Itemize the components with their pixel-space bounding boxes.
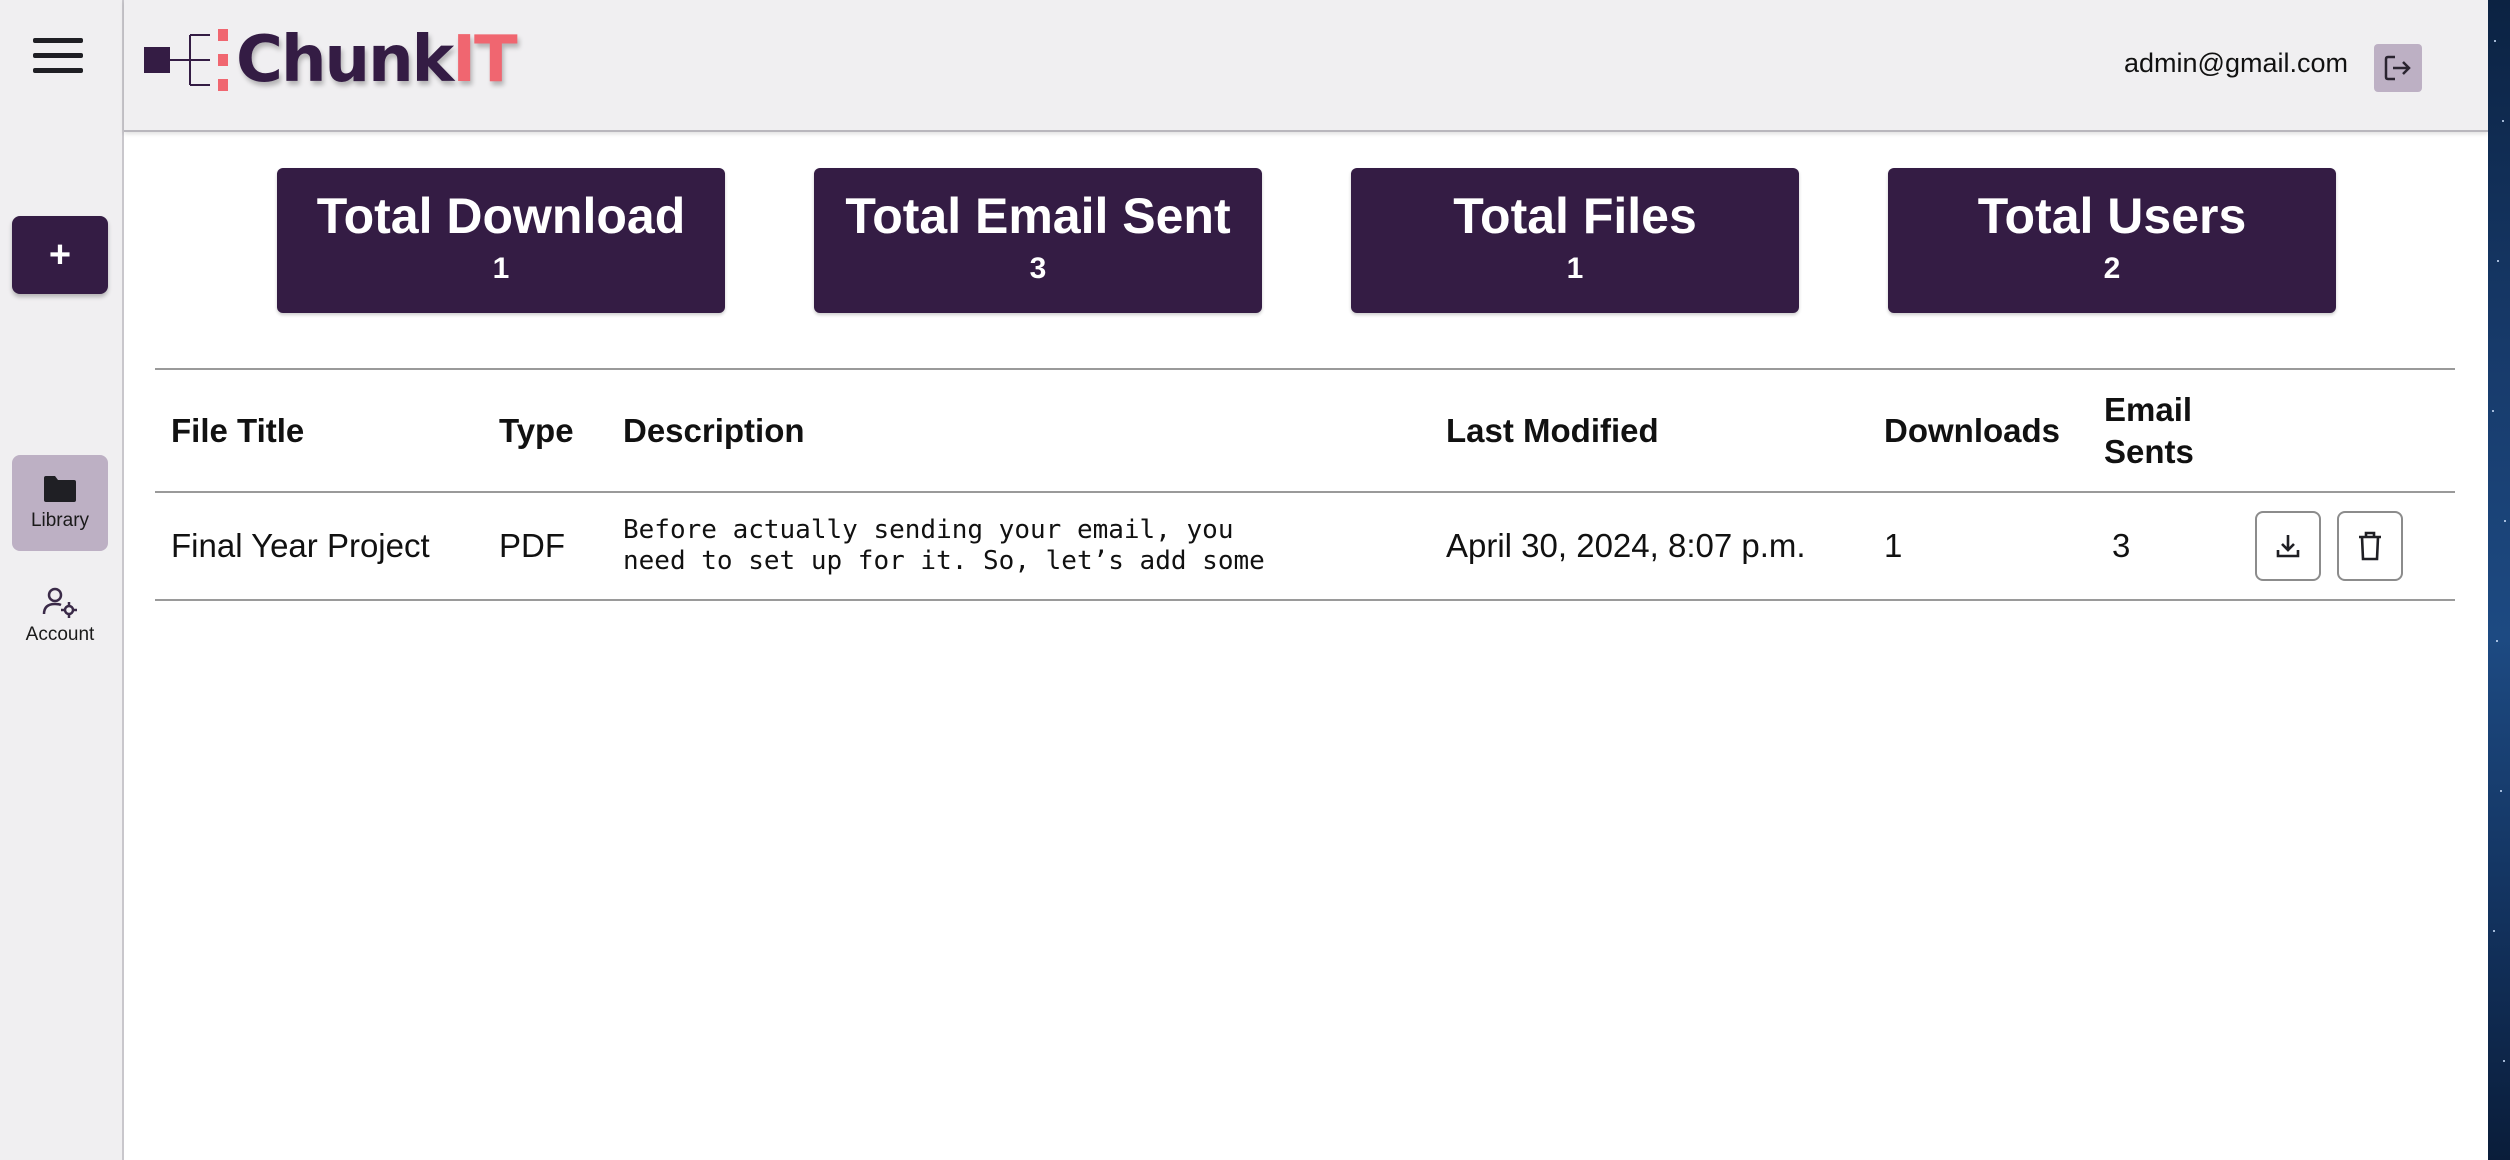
stat-title: Total Download xyxy=(316,188,686,244)
column-header-email-sents[interactable]: Email Sents xyxy=(2088,368,2255,493)
stat-title: Total Email Sent xyxy=(845,188,1231,244)
download-button[interactable] xyxy=(2255,511,2321,581)
table-header-row: File Title Type Description Last Modifie… xyxy=(155,368,2455,493)
stat-title: Total Files xyxy=(1453,188,1697,244)
column-header-type[interactable]: Type xyxy=(483,368,607,493)
stat-card-total-download: Total Download 1 xyxy=(277,168,725,313)
chunkit-logo[interactable]: ChunkIT xyxy=(144,20,518,100)
cell-last-modified: April 30, 2024, 8:07 p.m. xyxy=(1430,492,1868,601)
sidebar-item-account[interactable]: Account xyxy=(12,568,108,664)
cell-email-sents: 3 xyxy=(2088,492,2255,601)
column-header-description[interactable]: Description xyxy=(607,368,1430,493)
sidebar-item-library[interactable]: Library xyxy=(12,455,108,551)
cell-downloads: 1 xyxy=(1868,492,2088,601)
stat-title: Total Users xyxy=(1977,188,2247,244)
desktop-background-strip xyxy=(2488,0,2510,1160)
files-table: File Title Type Description Last Modifie… xyxy=(155,368,2455,601)
column-header-actions xyxy=(2255,368,2455,493)
stat-card-total-email-sent: Total Email Sent 3 xyxy=(814,168,1262,313)
logout-icon xyxy=(2384,55,2411,81)
logo-mark-icon xyxy=(144,29,228,91)
column-header-downloads[interactable]: Downloads xyxy=(1868,368,2088,493)
top-header: ChunkIT admin@gmail.com xyxy=(124,0,2488,132)
cell-file-title: Final Year Project xyxy=(155,492,483,601)
sidebar-item-label: Library xyxy=(30,510,90,531)
hamburger-menu-icon[interactable] xyxy=(33,36,85,76)
user-email: admin@gmail.com xyxy=(2124,48,2348,78)
description-line: Before actually sending your email, you xyxy=(623,515,1234,545)
sidebar: + Library Account xyxy=(0,0,124,1160)
sidebar-item-label: Account xyxy=(25,624,95,645)
stat-value: 2 xyxy=(2103,252,2121,285)
stat-value: 1 xyxy=(492,252,510,285)
download-icon xyxy=(2276,535,2300,558)
column-header-last-modified[interactable]: Last Modified xyxy=(1430,368,1868,493)
trash-icon xyxy=(2359,531,2381,561)
cell-description: Before actually sending your email, you … xyxy=(607,492,1430,601)
logout-button[interactable] xyxy=(2374,44,2422,92)
stat-card-total-files: Total Files 1 xyxy=(1351,168,1799,313)
table-row[interactable]: Final Year Project PDF Before actually s… xyxy=(155,492,2455,601)
user-settings-icon xyxy=(42,587,77,618)
stat-value: 1 xyxy=(1566,252,1584,285)
logo-wordmark: ChunkIT xyxy=(236,23,518,97)
cell-actions xyxy=(2255,492,2455,601)
delete-button[interactable] xyxy=(2337,511,2403,581)
cell-type: PDF xyxy=(483,492,607,601)
column-header-file-title[interactable]: File Title xyxy=(155,368,483,493)
stat-value: 3 xyxy=(1029,252,1047,285)
add-file-button[interactable]: + xyxy=(12,216,108,294)
description-line: need to set up for it. So, let’s add som… xyxy=(623,546,1265,576)
folder-icon xyxy=(44,476,76,502)
stat-card-total-users: Total Users 2 xyxy=(1888,168,2336,313)
